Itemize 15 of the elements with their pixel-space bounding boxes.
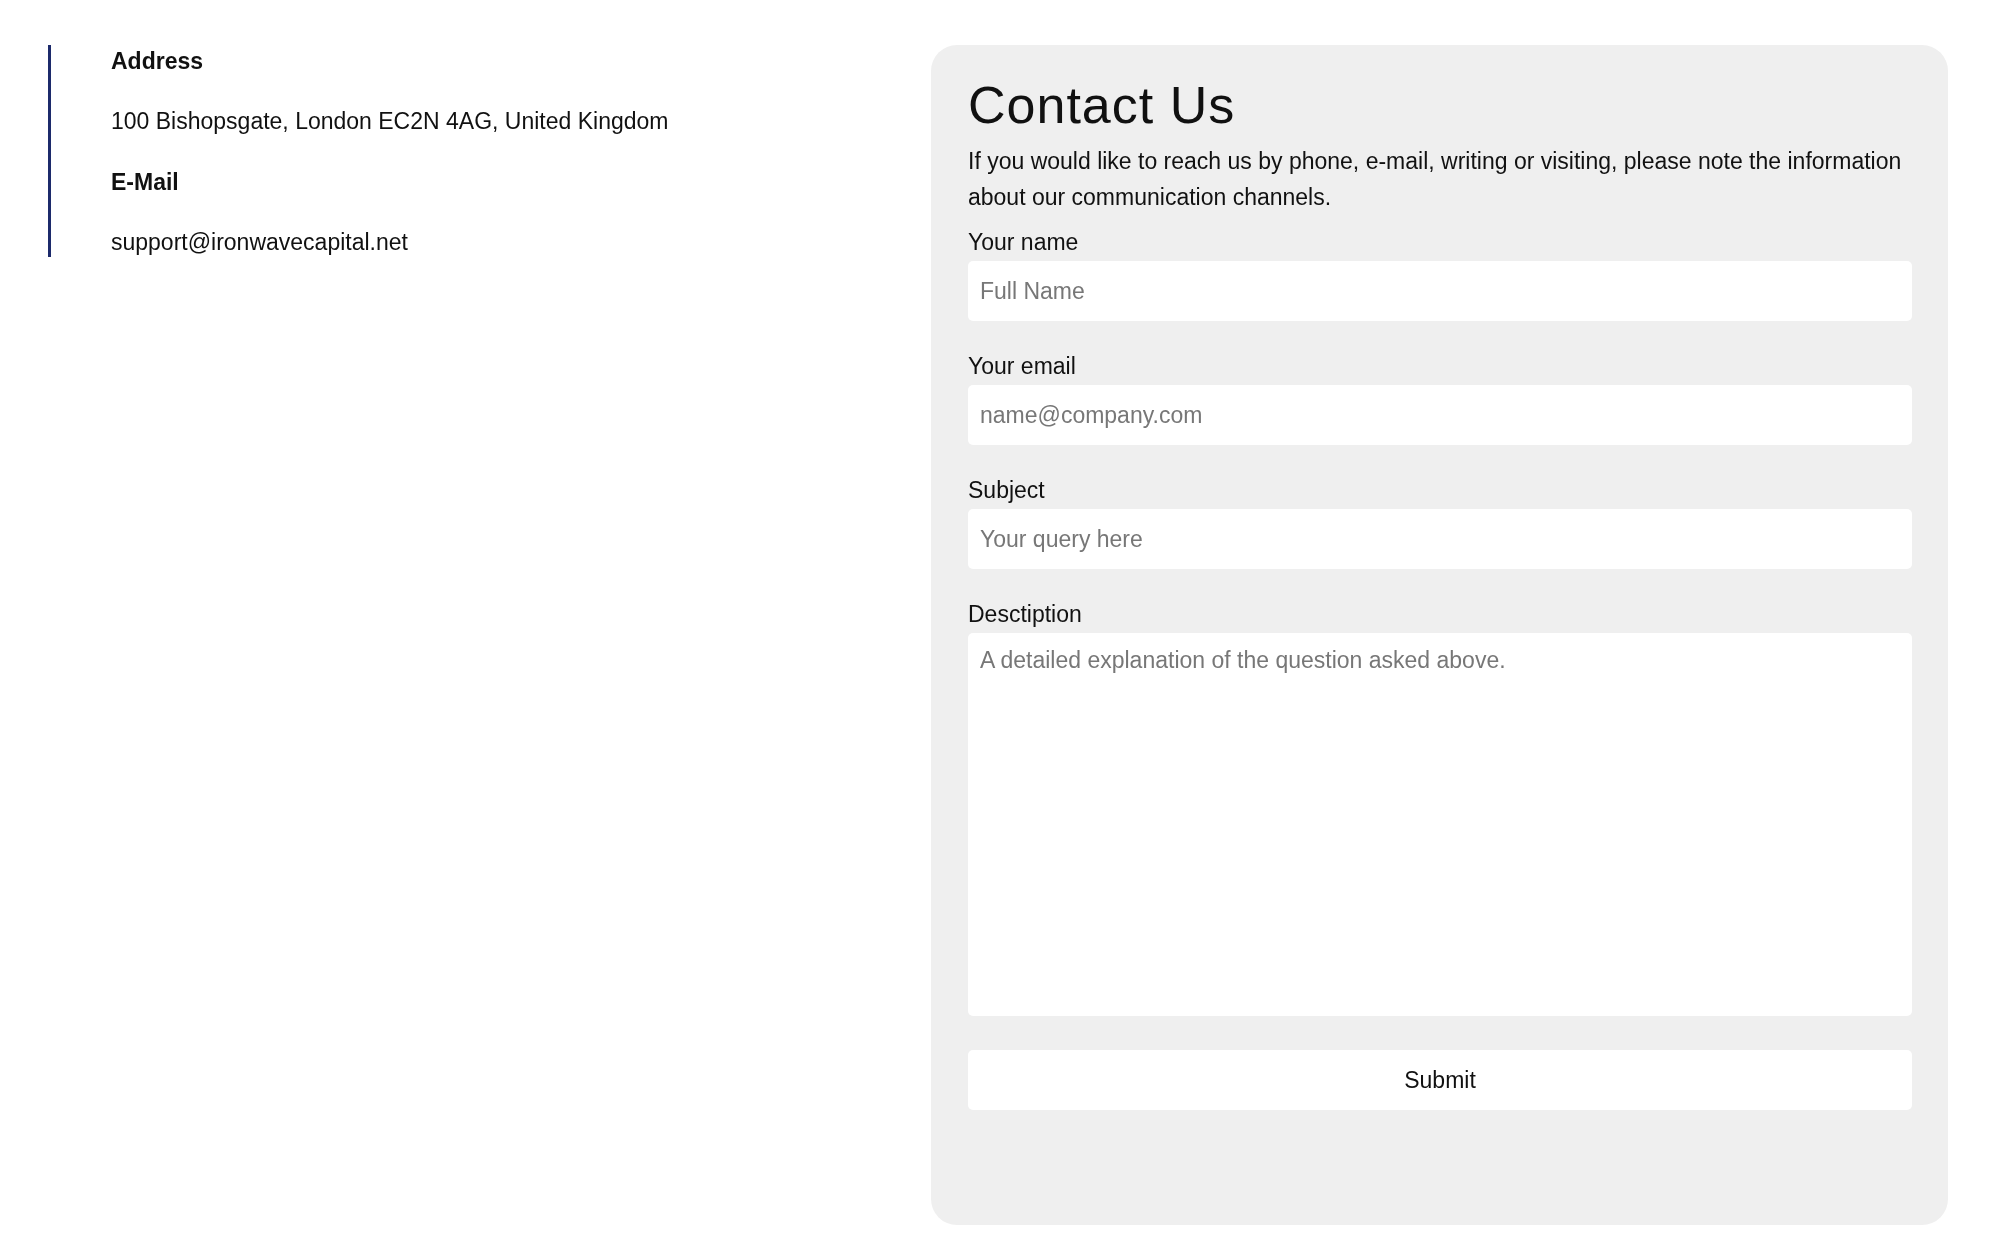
form-title: Contact Us [968,75,1236,136]
field-label: Subject [968,476,1045,505]
field-label: Desctiption [968,600,1082,629]
input-field[interactable]: Your query here [968,509,1912,569]
submit-button[interactable]: Submit [968,1050,1912,1110]
input-field[interactable]: name@company.com [968,385,1912,445]
intro-text: If you would like to reach us by phone, e-mail, writing or visiting, please note the information about our communication channels. [968,147,1903,212]
description-field[interactable]: A detailed explanation of the question asked above. [968,633,1912,1016]
field-label: Your email [968,352,1076,381]
info-heading: E-Mail [111,168,180,197]
field-label: Your name [968,228,1079,257]
info-text: support@ironwavecapital.net [111,228,409,257]
input-field[interactable]: Full Name [968,261,1912,321]
info-heading: Address [111,47,205,76]
info-text: 100 Bishopsgate, London EC2N 4AG, United Kingdom [111,107,670,136]
